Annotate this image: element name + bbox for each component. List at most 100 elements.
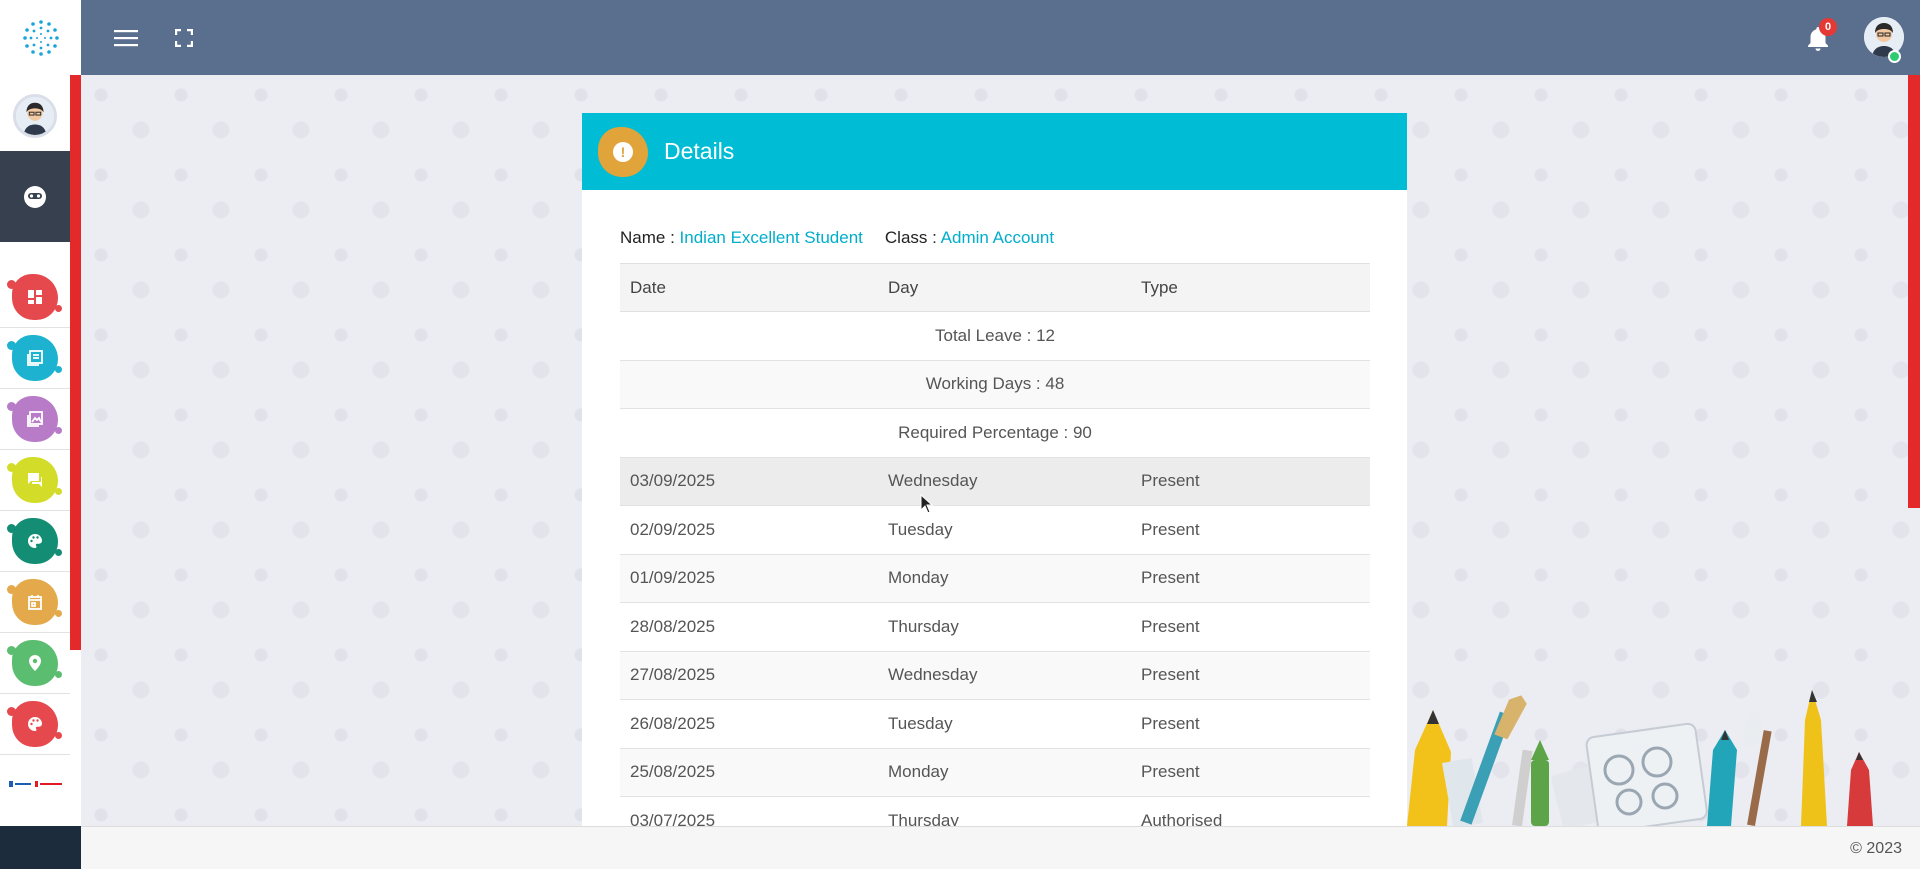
table-row[interactable]: 28/08/2025 Thursday Present [620, 602, 1370, 652]
date-cell: 02/09/2025 [620, 505, 878, 555]
name-label: Name : [620, 228, 675, 247]
sidebar-item-profile[interactable] [0, 151, 70, 242]
total-leave: Total Leave : 12 [620, 311, 1370, 361]
sidebar-item-gallery[interactable] [0, 389, 70, 450]
date-cell: 03/07/2025 [620, 796, 878, 826]
type-cell: Present [1131, 505, 1370, 555]
table-row[interactable]: 27/08/2025 Wednesday Present [620, 651, 1370, 700]
class-label: Class : [884, 228, 937, 247]
type-cell: Present [1131, 554, 1370, 603]
gallery-icon [27, 411, 43, 427]
art-supplies-illustration [1407, 690, 1873, 826]
gallery-splash [7, 396, 62, 442]
required-percentage: Required Percentage : 90 [620, 408, 1370, 458]
app-logo[interactable] [0, 0, 81, 75]
working-days: Working Days : 48 [620, 360, 1370, 409]
day-cell: Tuesday [878, 505, 1131, 555]
card-title: Details [664, 138, 735, 164]
paint-splash [7, 701, 62, 747]
class-value: Admin Account [940, 228, 1055, 247]
day-cell: Wednesday [878, 651, 1131, 700]
sidebar-avatar[interactable] [13, 94, 57, 138]
chat-icon [28, 473, 42, 487]
day-cell: Thursday [878, 602, 1131, 652]
partner-logos [8, 772, 64, 796]
date-cell: 27/08/2025 [620, 651, 878, 700]
sidebar-item-art[interactable] [0, 511, 70, 572]
sidebar-item-messages[interactable] [0, 450, 70, 511]
notebook-splash [7, 335, 62, 381]
info-splash: ! [598, 126, 648, 177]
mouse-cursor-icon [920, 494, 934, 514]
day-cell: Monday [878, 554, 1131, 603]
menu-toggle-button[interactable] [112, 24, 140, 52]
type-cell: Present [1131, 748, 1370, 797]
day-cell: Tuesday [878, 699, 1131, 749]
location-icon [29, 655, 41, 671]
table-row[interactable]: 26/08/2025 Tuesday Present [620, 699, 1370, 749]
hamburger-icon [114, 30, 138, 47]
table-row[interactable]: 01/09/2025 Monday Present [620, 554, 1370, 603]
column-header-date[interactable]: Date [620, 263, 878, 312]
fullscreen-button[interactable] [170, 24, 198, 52]
art-splash [7, 518, 62, 564]
type-cell: Present [1131, 651, 1370, 700]
summary-row: Working Days : 48 [620, 360, 1370, 409]
calendar-splash [7, 579, 62, 625]
sidebar-item-calendar[interactable] [0, 572, 70, 633]
avatar-icon [16, 97, 54, 135]
sidebar-footer [0, 826, 81, 869]
top-bar [0, 0, 1920, 75]
dashboard-icon [28, 290, 42, 304]
sidebar-item-paint[interactable] [0, 694, 70, 755]
notebook-icon [27, 350, 43, 366]
date-cell: 25/08/2025 [620, 748, 878, 797]
calendar-icon [28, 595, 42, 610]
page-scrollbar[interactable] [1908, 75, 1920, 508]
messages-splash [7, 457, 62, 503]
date-cell: 01/09/2025 [620, 554, 878, 603]
logo-swirl-icon [22, 19, 59, 56]
partner-logo-icon [9, 781, 62, 787]
summary-row: Total Leave : 12 [620, 311, 1370, 361]
footer: © 2023 [81, 826, 1920, 869]
class-field: Class : Admin Account [885, 228, 1054, 248]
table-row[interactable]: 03/07/2025 Thursday Authorised [620, 796, 1370, 826]
type-cell: Present [1131, 699, 1370, 749]
face-icon [24, 185, 46, 208]
day-cell: Wednesday [878, 457, 1131, 506]
column-header-day[interactable]: Day [878, 263, 1131, 312]
table-header-row: Date Day Type [620, 263, 1370, 312]
day-cell: Thursday [878, 796, 1131, 826]
fullscreen-icon [175, 29, 193, 47]
sidebar-item-notebook[interactable] [0, 328, 70, 389]
date-cell: 26/08/2025 [620, 699, 878, 749]
palette-icon [28, 717, 42, 731]
sidebar-item-location[interactable] [0, 633, 70, 694]
table-row[interactable]: 03/09/2025 Wednesday Present [620, 457, 1370, 506]
online-status-indicator [1888, 50, 1901, 63]
table-row[interactable]: 02/09/2025 Tuesday Present [620, 505, 1370, 555]
day-cell: Monday [878, 748, 1131, 797]
sidebar-scrollbar[interactable] [70, 75, 81, 650]
column-header-type[interactable]: Type [1131, 263, 1370, 312]
table-row[interactable]: 25/08/2025 Monday Present [620, 748, 1370, 797]
palette-icon [28, 534, 42, 548]
name-field: Name : Indian Excellent Student [620, 228, 863, 248]
name-value: Indian Excellent Student [679, 228, 863, 247]
type-cell: Present [1131, 457, 1370, 506]
type-cell: Present [1131, 602, 1370, 652]
location-splash [7, 640, 62, 686]
student-info: Name : Indian Excellent Student Class : … [620, 228, 1054, 248]
date-cell: 28/08/2025 [620, 602, 878, 652]
dashboard-splash [7, 274, 62, 320]
summary-row: Required Percentage : 90 [620, 408, 1370, 458]
alert-icon: ! [613, 141, 633, 162]
type-cell: Authorised [1131, 796, 1370, 826]
notification-count-badge: 0 [1819, 18, 1837, 36]
details-card: ! Details Name : Indian Excellent Studen… [582, 113, 1407, 826]
card-header: ! Details [582, 113, 1407, 190]
sidebar-item-dashboard[interactable] [0, 267, 70, 328]
date-cell: 03/09/2025 [620, 457, 878, 506]
copyright-text: © 2023 [1850, 840, 1902, 857]
